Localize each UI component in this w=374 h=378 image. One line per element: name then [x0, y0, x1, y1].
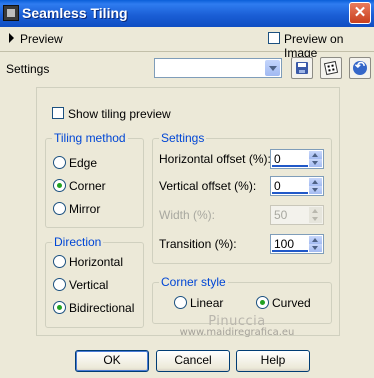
preview-on-image-checkbox[interactable]: [268, 32, 280, 44]
reset-icon: [353, 59, 367, 75]
direction-vertical-label: Vertical: [69, 278, 109, 292]
watermark: Pinuccia www.maidiregrafica.eu: [162, 314, 312, 338]
vertical-offset-slider[interactable]: [272, 192, 308, 194]
show-tiling-preview-checkbox[interactable]: [52, 107, 64, 119]
direction-bidirectional-radio[interactable]: [53, 301, 66, 314]
preview-toggle[interactable]: Preview: [20, 32, 63, 46]
tiling-method-mirror-label: Mirror: [69, 202, 101, 216]
dropdown-arrow-icon[interactable]: [265, 60, 280, 76]
save-preset-button[interactable]: [291, 57, 313, 79]
tiling-method-edge-label: Edge: [69, 156, 98, 170]
help-button[interactable]: Help: [236, 350, 310, 372]
save-preset-icon: [296, 62, 308, 74]
show-tiling-preview-label: Show tiling preview: [68, 107, 171, 121]
corner-style-linear-radio[interactable]: [174, 296, 187, 309]
close-icon[interactable]: ✕: [349, 2, 371, 24]
spin-up-icon: [309, 207, 322, 215]
spin-down-icon: [309, 215, 322, 223]
settings-preset-row: Settings: [0, 52, 374, 84]
app-icon: [3, 5, 19, 21]
spin-up-icon[interactable]: [309, 151, 322, 159]
spin-down-icon[interactable]: [309, 159, 322, 167]
spin-down-icon[interactable]: [309, 244, 322, 252]
vertical-offset-field[interactable]: 0: [270, 176, 324, 196]
width-value: 50: [274, 208, 288, 222]
direction-title: Direction: [52, 235, 104, 249]
width-label: Width (%):: [159, 208, 216, 222]
transition-slider[interactable]: [272, 250, 308, 252]
horizontal-offset-value: 0: [274, 152, 281, 166]
watermark-url: www.maidiregrafica.eu: [179, 327, 295, 338]
randomize-dice-icon: [323, 60, 339, 76]
title-bar: Seamless Tiling ✕: [0, 0, 374, 27]
spin-down-icon[interactable]: [309, 186, 322, 194]
direction-horizontal-label: Horizontal: [69, 255, 124, 269]
direction-vertical-radio[interactable]: [53, 278, 66, 291]
transition-field[interactable]: 100: [270, 234, 324, 254]
direction-horizontal-radio[interactable]: [53, 255, 66, 268]
spin-up-icon[interactable]: [309, 236, 322, 244]
expand-arrow-icon[interactable]: [9, 33, 14, 43]
tiling-method-title: Tiling method: [52, 131, 128, 145]
corner-style-curved-label: Curved: [272, 296, 311, 310]
horizontal-offset-label: Horizontal offset (%):: [159, 152, 271, 166]
direction-bidirectional-label: Bidirectional: [69, 301, 135, 315]
spin-up-icon[interactable]: [309, 178, 322, 186]
horizontal-offset-field[interactable]: 0: [270, 149, 324, 169]
tiling-method-corner-label: Corner: [69, 179, 106, 193]
settings-label: Settings: [6, 62, 50, 76]
window-title: Seamless Tiling: [22, 5, 128, 21]
horizontal-offset-slider[interactable]: [272, 165, 308, 167]
width-field: 50: [270, 205, 324, 225]
tiling-method-edge-radio[interactable]: [53, 156, 66, 169]
corner-style-title: Corner style: [159, 275, 228, 289]
vertical-offset-value: 0: [274, 179, 281, 193]
tiling-method-corner-radio[interactable]: [53, 179, 66, 192]
settings-group-title: Settings: [159, 131, 207, 145]
cancel-button[interactable]: Cancel: [156, 350, 230, 372]
reset-button[interactable]: [349, 57, 371, 79]
preview-row: Preview Preview on Image: [0, 27, 374, 60]
corner-style-curved-radio[interactable]: [256, 296, 269, 309]
randomize-button[interactable]: [320, 57, 342, 79]
transition-value: 100: [274, 237, 295, 251]
corner-style-linear-label: Linear: [190, 296, 224, 310]
tiling-method-mirror-radio[interactable]: [53, 202, 66, 215]
vertical-offset-label: Vertical offset (%):: [159, 179, 257, 193]
preset-dropdown[interactable]: [154, 58, 282, 78]
ok-button[interactable]: OK: [75, 350, 149, 372]
transition-label: Transition (%):: [159, 237, 237, 251]
